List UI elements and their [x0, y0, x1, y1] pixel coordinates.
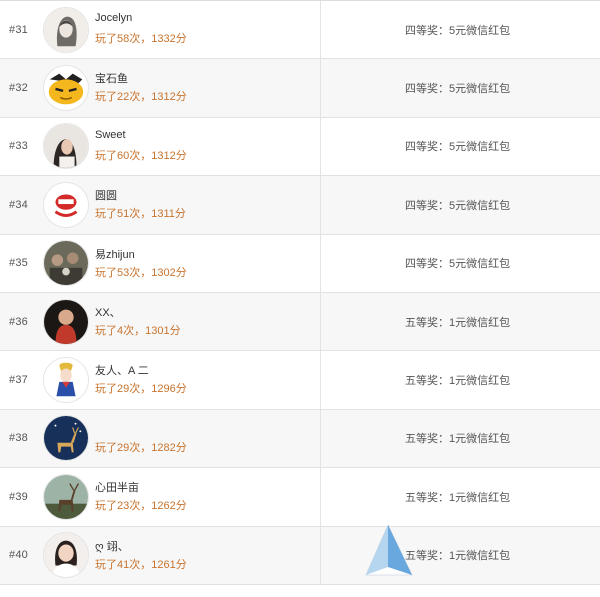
- column-divider: [320, 351, 321, 409]
- column-divider: [320, 468, 321, 526]
- play-score: 玩了29次，1282分: [95, 441, 187, 454]
- prize-label: 四等奖：5元微信红包: [405, 24, 511, 37]
- player-name: ღ 翊、: [95, 540, 129, 553]
- column-divider: [320, 292, 321, 351]
- leaderboard-row[interactable]: #38 玩了29次，1282分 五等奖：1元微信红包: [0, 409, 600, 469]
- play-score: 玩了60次，1312分: [95, 149, 187, 162]
- rank-number: #39: [9, 490, 28, 503]
- player-name: XX、: [95, 306, 121, 319]
- column-divider: [320, 176, 321, 234]
- column-divider: [320, 117, 321, 176]
- column-divider: [320, 234, 321, 292]
- prize-label: 四等奖：5元微信红包: [405, 83, 511, 96]
- column-divider: [320, 59, 321, 117]
- prize-label: 五等奖：1元微信红包: [405, 316, 511, 329]
- play-score: 玩了41次，1261分: [95, 558, 187, 571]
- rank-number: #36: [9, 315, 28, 328]
- column-divider: [320, 409, 321, 468]
- rank-number: #32: [9, 82, 28, 95]
- leaderboard-row[interactable]: #35 易zhijun 玩了53次，1302分 四等奖：5元微信红包: [0, 234, 600, 293]
- leaderboard-row[interactable]: #37 友人、A 二 玩了29次，1296分 五等奖：1元微信红包: [0, 351, 600, 410]
- player-name: 心田半亩: [95, 482, 139, 495]
- column-divider: [320, 1, 321, 59]
- leaderboard: #31 Jocelyn 玩了58次，1332分 四等奖：5元微信红包 #32 宝…: [0, 0, 600, 597]
- leaderboard-row[interactable]: #32 宝石鱼 玩了22次，1312分 四等奖：5元微信红包: [0, 59, 600, 118]
- prize-label: 四等奖：5元微信红包: [405, 258, 511, 271]
- rank-number: #40: [9, 549, 28, 562]
- anime-character-avatar: [43, 357, 89, 404]
- rank-number: #37: [9, 374, 28, 387]
- play-score: 玩了58次，1332分: [95, 33, 187, 45]
- player-name: Sweet: [95, 128, 126, 141]
- leaderboard-row[interactable]: #34 圆圆 玩了51次，1311分 四等奖：5元微信红包: [0, 176, 600, 235]
- player-name: 宝石鱼: [95, 73, 128, 86]
- play-score: 玩了51次，1311分: [95, 208, 186, 221]
- yellow-cartoon-avatar: [43, 65, 89, 112]
- rank-number: #35: [9, 257, 28, 270]
- leaderboard-row[interactable]: #39 心田半亩 玩了23次，1262分 五等奖：1元微信红包: [0, 468, 600, 527]
- rank-number: #31: [9, 23, 28, 36]
- player-name: 圆圆: [95, 190, 117, 203]
- column-divider: [320, 526, 321, 584]
- prize-label: 五等奖：1元微信红包: [405, 550, 511, 563]
- prize-label: 四等奖：5元微信红包: [405, 199, 511, 212]
- rank-number: #33: [9, 140, 28, 153]
- child-photo-avatar: [43, 298, 89, 345]
- player-name: 友人、A 二: [95, 365, 149, 378]
- prize-label: 五等奖：1元微信红包: [405, 491, 511, 504]
- play-score: 玩了4次，1301分: [95, 324, 181, 337]
- prize-label: 五等奖：1元微信红包: [405, 433, 511, 446]
- leaderboard-row[interactable]: #31 Jocelyn 玩了58次，1332分 四等奖：5元微信红包: [0, 1, 600, 60]
- play-score: 玩了53次，1302分: [95, 266, 187, 279]
- leaderboard-row[interactable]: #36 XX、 玩了4次，1301分 五等奖：1元微信红包: [0, 292, 600, 352]
- red-logo-avatar: [43, 181, 89, 228]
- player-name: 易zhijun: [95, 248, 135, 261]
- leaderboard-row[interactable]: #33 Sweet 玩了60次，1312分 四等奖：5元微信红包: [0, 117, 600, 177]
- play-score: 玩了29次，1296分: [95, 383, 187, 396]
- woman-portrait-avatar: [43, 532, 89, 579]
- prize-label: 五等奖：1元微信红包: [405, 375, 511, 388]
- rank-number: #34: [9, 198, 28, 211]
- woman-photo-avatar: [43, 123, 89, 170]
- woman-sketch-avatar: [43, 6, 89, 53]
- blue-triangle-logo-icon: [362, 523, 414, 583]
- deer-night-avatar: [43, 415, 89, 462]
- group-photo-avatar: [43, 240, 89, 287]
- leaderboard-row[interactable]: #40 ღ 翊、 玩了41次，1261分 五等奖：1元微信红包: [0, 526, 600, 585]
- play-score: 玩了22次，1312分: [95, 91, 187, 104]
- elk-landscape-avatar: [43, 473, 89, 520]
- prize-label: 四等奖：5元微信红包: [405, 141, 511, 154]
- rank-number: #38: [9, 432, 28, 445]
- play-score: 玩了23次，1262分: [95, 500, 187, 513]
- player-name: Jocelyn: [95, 12, 133, 24]
